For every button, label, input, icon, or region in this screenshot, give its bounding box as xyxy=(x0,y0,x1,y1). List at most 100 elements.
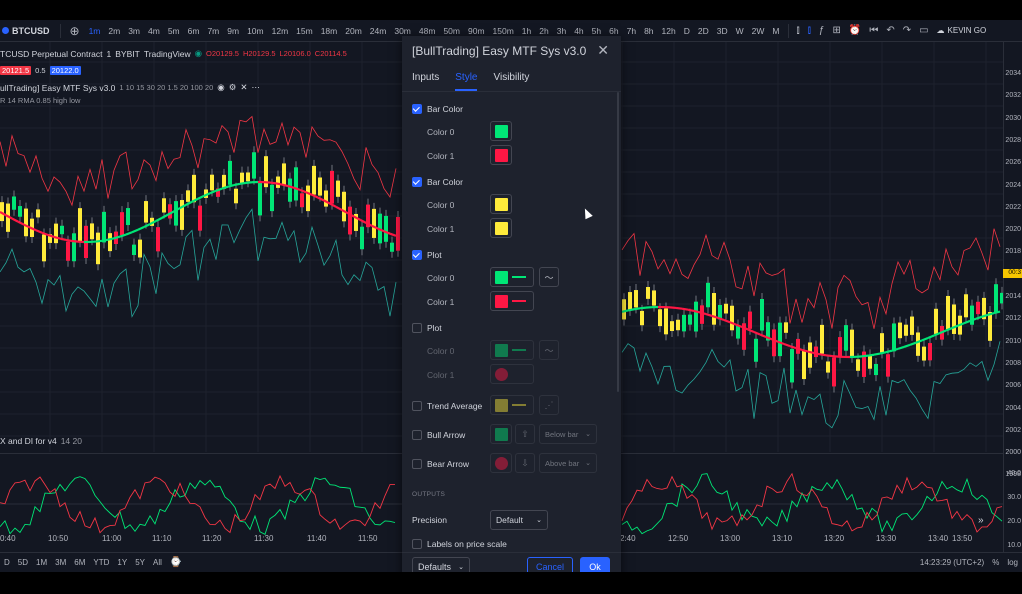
undo-icon[interactable]: ↶ xyxy=(882,25,898,36)
trend-average-checkbox[interactable] xyxy=(412,401,422,411)
range-5y[interactable]: 5Y xyxy=(131,558,149,567)
settings-gear-icon[interactable]: ⚙ xyxy=(229,82,237,93)
timeframe-48m[interactable]: 48m xyxy=(415,26,440,36)
candles-icon[interactable]: ⫾ xyxy=(804,25,815,36)
bear-arrow-checkbox[interactable] xyxy=(412,459,422,469)
timeframe-15m[interactable]: 15m xyxy=(292,26,317,36)
eye-icon[interactable]: ◉ xyxy=(217,82,224,93)
clock[interactable]: 14:23:29 (UTC+2) xyxy=(916,558,988,567)
symbol-search-button[interactable]: BTCUSD xyxy=(0,26,56,36)
timeframe-5m[interactable]: 5m xyxy=(164,26,184,36)
timeframe-50m[interactable]: 50m xyxy=(439,26,464,36)
timeframe-30m[interactable]: 30m xyxy=(390,26,415,36)
trend-average-style-button[interactable]: ⋰ xyxy=(539,395,559,415)
timeframe-10m[interactable]: 10m xyxy=(243,26,268,36)
bar-color-1-color0-picker[interactable] xyxy=(490,121,512,141)
compare-plus-icon[interactable]: ⊕ xyxy=(65,24,85,38)
alert-icon[interactable]: ⏰ xyxy=(845,25,865,36)
bull-arrow-shape-icon[interactable]: ⇧ xyxy=(515,424,535,444)
timeframe-9m[interactable]: 9m xyxy=(223,26,243,36)
redo-icon[interactable]: ↷ xyxy=(899,25,915,36)
plot-2-linestyle-button[interactable]: 〜 xyxy=(539,340,559,360)
timeframe-24m[interactable]: 24m xyxy=(366,26,391,36)
timeframe-7m[interactable]: 7m xyxy=(203,26,223,36)
osc-title[interactable]: X and DI for v4 xyxy=(0,436,57,446)
timeframe-150m[interactable]: 150m xyxy=(489,26,518,36)
dialog-scrollbar[interactable] xyxy=(617,92,619,392)
buy-price-button[interactable]: 20122.0 xyxy=(49,66,81,75)
tab-style[interactable]: Style xyxy=(455,72,478,91)
bar-color-2-checkbox[interactable] xyxy=(412,177,422,187)
tab-inputs[interactable]: Inputs xyxy=(412,72,439,91)
timeframe-5h[interactable]: 5h xyxy=(588,26,605,36)
bear-arrow-position-select[interactable]: Above bar ⌄ xyxy=(539,453,597,473)
range-5d[interactable]: 5D xyxy=(14,558,32,567)
range-6m[interactable]: 6M xyxy=(70,558,89,567)
timeframe-2h[interactable]: 2h xyxy=(535,26,552,36)
layout-icon[interactable]: ▭ xyxy=(915,25,932,36)
plot-1-color0-picker[interactable] xyxy=(490,267,534,287)
timeframe-2D[interactable]: 2D xyxy=(694,26,713,36)
tab-visibility[interactable]: Visibility xyxy=(493,72,529,91)
plot-2-color0-picker[interactable] xyxy=(490,340,534,360)
precision-select[interactable]: Default ⌄ xyxy=(490,510,548,530)
timeframe-8h[interactable]: 8h xyxy=(640,26,657,36)
timeframe-6m[interactable]: 6m xyxy=(184,26,204,36)
log-toggle[interactable]: log xyxy=(1003,558,1022,567)
trend-average-color-picker[interactable] xyxy=(490,395,534,415)
timeframe-4m[interactable]: 4m xyxy=(144,26,164,36)
range-all[interactable]: All xyxy=(149,558,166,567)
range-3m[interactable]: 3M xyxy=(51,558,70,567)
sub-indicator-name[interactable]: R 14 RMA 0.85 high low xyxy=(0,96,80,105)
timeframe-2m[interactable]: 2m xyxy=(104,26,124,36)
trend-average-row[interactable]: Trend Average xyxy=(412,401,482,411)
timeframe-3m[interactable]: 3m xyxy=(124,26,144,36)
timeframe-3h[interactable]: 3h xyxy=(553,26,570,36)
user-menu[interactable]: ☁ KEVIN GO xyxy=(933,26,987,35)
bear-arrow-shape-icon[interactable]: ⇩ xyxy=(515,453,535,473)
plot-1-row[interactable]: Plot xyxy=(412,250,442,260)
sell-price-button[interactable]: 20121.5 xyxy=(0,66,32,75)
bar-color-2-row[interactable]: Bar Color xyxy=(412,177,463,187)
goto-date-icon[interactable]: ⌚ xyxy=(166,557,186,568)
bar-color-2-color1-picker[interactable] xyxy=(490,218,512,238)
replay-icon[interactable]: ⏮ xyxy=(865,25,882,36)
scroll-to-realtime-icon[interactable]: » xyxy=(978,515,984,526)
bar-color-2-color0-picker[interactable] xyxy=(490,194,512,214)
timeframe-M[interactable]: M xyxy=(768,26,783,36)
timeframe-12m[interactable]: 12m xyxy=(268,26,293,36)
bull-arrow-position-select[interactable]: Below bar ⌄ xyxy=(539,424,597,444)
remove-close-icon[interactable]: ✕ xyxy=(240,82,247,93)
price-axis[interactable]: 2034203220302028202620242022202020182016… xyxy=(1003,42,1022,553)
bar-color-1-checkbox[interactable] xyxy=(412,104,422,114)
bear-arrow-color-picker[interactable] xyxy=(490,453,512,473)
labels-on-price-scale-row[interactable]: Labels on price scale xyxy=(412,539,507,549)
bull-arrow-color-picker[interactable] xyxy=(490,424,512,444)
range-1y[interactable]: 1Y xyxy=(113,558,131,567)
plot-1-linestyle-button[interactable]: 〜 xyxy=(539,267,559,287)
timeframe-1m[interactable]: 1m xyxy=(85,26,105,36)
indicators-icon[interactable]: ƒ xyxy=(815,25,829,36)
close-icon[interactable]: ✕ xyxy=(597,42,609,59)
range-ytd[interactable]: YTD xyxy=(89,558,113,567)
timeframe-3D[interactable]: 3D xyxy=(713,26,732,36)
indicator-name[interactable]: ullTrading] Easy MTF Sys v3.0 xyxy=(0,83,115,93)
more-dots-icon[interactable]: ⋯ xyxy=(251,82,260,93)
timeframe-7h[interactable]: 7h xyxy=(623,26,640,36)
bar-color-1-row[interactable]: Bar Color xyxy=(412,104,463,114)
timeframe-18m[interactable]: 18m xyxy=(317,26,342,36)
range-d[interactable]: D xyxy=(0,558,14,567)
bar-color-1-color1-picker[interactable] xyxy=(490,145,512,165)
timeframe-6h[interactable]: 6h xyxy=(605,26,622,36)
plot-1-color1-picker[interactable] xyxy=(490,291,534,311)
range-1m[interactable]: 1M xyxy=(32,558,51,567)
timeframe-W[interactable]: W xyxy=(732,26,748,36)
timeframe-2W[interactable]: 2W xyxy=(748,26,769,36)
plot-1-checkbox[interactable] xyxy=(412,250,422,260)
timeframe-20m[interactable]: 20m xyxy=(341,26,366,36)
timeframe-4h[interactable]: 4h xyxy=(570,26,587,36)
bear-arrow-row[interactable]: Bear Arrow xyxy=(412,459,469,469)
percent-toggle[interactable]: % xyxy=(988,558,1003,567)
timeframe-90m[interactable]: 90m xyxy=(464,26,489,36)
plot-2-checkbox[interactable] xyxy=(412,323,422,333)
